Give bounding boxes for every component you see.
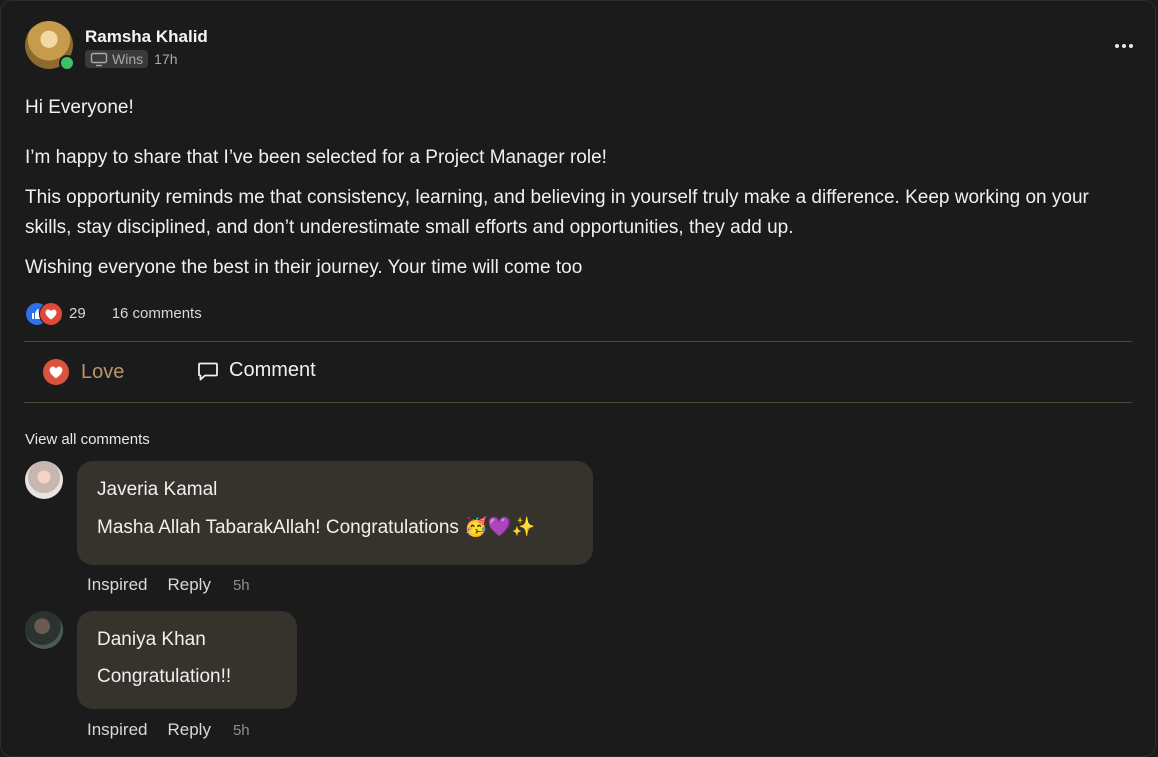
reaction-summary: 29 16 comments: [25, 301, 202, 326]
comment-bubble: Daniya Khan Congratulation!!: [77, 611, 297, 709]
love-reaction-icon: [39, 302, 63, 326]
comments-count[interactable]: 16 comments: [112, 305, 202, 322]
inspired-button[interactable]: Inspired: [87, 575, 147, 595]
author-name[interactable]: Ramsha Khalid: [85, 27, 208, 47]
divider: [24, 402, 1132, 403]
online-status-indicator: [59, 55, 75, 71]
post-paragraph: This opportunity reminds me that consist…: [25, 187, 1089, 238]
post-greeting: Hi Everyone!: [25, 97, 134, 118]
post-card: Ramsha Khalid Wins 17h Hi Everyone! I’m …: [0, 0, 1156, 757]
category-label: Wins: [112, 51, 144, 67]
comment-actions: Inspired Reply 5h: [87, 720, 250, 740]
comment-actions: Inspired Reply 5h: [87, 575, 250, 595]
commenter-name[interactable]: Daniya Khan: [97, 629, 277, 651]
reaction-count[interactable]: 29: [69, 305, 86, 322]
commenter-name[interactable]: Javeria Kamal: [97, 479, 573, 501]
author-avatar[interactable]: [25, 21, 75, 71]
comment-icon: [198, 362, 218, 380]
love-button[interactable]: Love: [43, 359, 124, 385]
reply-button[interactable]: Reply: [167, 575, 210, 595]
inspired-button[interactable]: Inspired: [87, 720, 147, 740]
comment-label: Comment: [229, 359, 316, 381]
comment-time: 5h: [232, 576, 250, 594]
reply-button[interactable]: Reply: [167, 720, 210, 740]
heart-icon: [43, 359, 69, 385]
category-tag[interactable]: Wins: [85, 50, 149, 68]
commenter-avatar[interactable]: [25, 611, 63, 649]
post-meta: Wins 17h: [85, 50, 177, 68]
reaction-icons[interactable]: [25, 301, 63, 326]
love-label: Love: [81, 360, 125, 383]
more-icon[interactable]: [1113, 35, 1135, 57]
post-time: 17h: [154, 51, 178, 67]
commenter-avatar[interactable]: [25, 461, 63, 499]
post-paragraph: Wishing everyone the best in their journ…: [25, 257, 583, 278]
comment-text: Congratulation!!: [97, 666, 232, 687]
comment-bubble: Javeria Kamal Masha Allah TabarakAllah! …: [77, 461, 593, 565]
monitor-icon: [90, 52, 108, 66]
comment-text: Masha Allah TabarakAllah! Congratulation…: [97, 517, 536, 538]
comment-time: 5h: [232, 721, 250, 739]
view-all-comments-link[interactable]: View all comments: [25, 431, 150, 448]
post-paragraph: I’m happy to share that I’ve been select…: [25, 147, 607, 168]
comment-button[interactable]: Comment: [197, 359, 316, 382]
divider: [24, 341, 1132, 342]
